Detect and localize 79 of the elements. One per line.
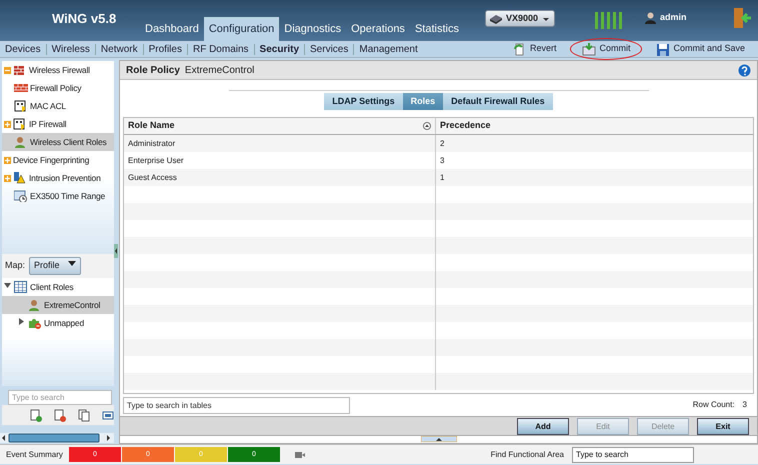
device-icon (489, 14, 503, 24)
panel-subtitle: ExtremeControl (184, 64, 254, 78)
tree-item[interactable]: EX3500 Time Range (2, 187, 114, 205)
remove-item-icon[interactable] (54, 409, 66, 422)
map-label: Map: (5, 259, 26, 272)
table-cell: 1 (440, 172, 444, 184)
toolbar-button[interactable]: Commit and Save (651, 42, 750, 56)
save-icon (656, 42, 670, 56)
nav-link[interactable]: Wireless (46, 44, 95, 54)
user-icon (28, 299, 42, 311)
main-tab[interactable]: Diagnostics (279, 17, 346, 41)
collapse-handle-icon (114, 244, 118, 258)
window-icon[interactable] (102, 409, 114, 422)
main-tab[interactable]: Dashboard (140, 17, 204, 41)
nav-link[interactable]: RF Domains (186, 44, 254, 54)
user-icon (14, 136, 28, 148)
search-field[interactable]: Type to search (8, 390, 112, 405)
user-name: admin (660, 11, 687, 24)
tab[interactable]: LDAP Settings (324, 93, 403, 110)
action-button[interactable]: Exit (697, 418, 749, 435)
column-header[interactable]: Precedence (436, 118, 753, 134)
table-search-field[interactable]: Type to search in tables (123, 396, 350, 414)
tree-item[interactable]: Device Fingerprinting (2, 151, 114, 169)
copy-icon[interactable] (78, 409, 90, 422)
main-tab[interactable]: Operations (346, 17, 410, 41)
table-cell: Administrator (128, 138, 176, 150)
row-count-value: 3 (742, 399, 747, 411)
map-dropdown[interactable]: Profile (29, 257, 81, 275)
nav-link[interactable]: Security (254, 44, 304, 54)
tree-item[interactable]: Unmapped (2, 314, 114, 332)
toolbar-button[interactable]: Commit (577, 42, 636, 56)
calendar-clock-icon (14, 190, 28, 202)
table-cell: 2 (440, 138, 444, 150)
action-button[interactable]: Add (517, 418, 569, 435)
document-lock-icon (13, 118, 27, 130)
brick-wall-icon (14, 82, 28, 94)
add-item-icon[interactable] (30, 409, 42, 422)
user-icon (645, 12, 656, 24)
search-field[interactable]: Type to search (572, 446, 694, 462)
status-bars-icon (595, 12, 622, 29)
help-icon (738, 64, 751, 76)
tree-item[interactable]: ExtremeControl (2, 296, 114, 314)
puzzle-icon (28, 317, 42, 329)
tree-item[interactable]: Wireless Firewall (2, 61, 114, 79)
firewall-icon (13, 64, 27, 76)
tree-item[interactable]: Intrusion Prevention (2, 169, 114, 187)
tab[interactable]: Default Firewall Rules (443, 93, 553, 110)
logout-icon[interactable] (732, 7, 752, 29)
column-header[interactable]: Role Name (124, 118, 436, 134)
tree-item[interactable]: Wireless Client Roles (2, 133, 114, 151)
find-label: Find Functional Area (490, 448, 564, 460)
tree-item[interactable]: Client Roles (2, 278, 114, 296)
table-cell: Enterprise User (128, 154, 184, 166)
tree-item[interactable]: Firewall Policy (2, 79, 114, 97)
tree-item[interactable]: MAC ACL (2, 97, 114, 115)
sort-icon (423, 122, 431, 130)
nav-link[interactable]: Devices (0, 44, 46, 54)
tray-download-icon (582, 42, 596, 56)
nav-link[interactable]: Management (353, 44, 423, 54)
device-warning-icon (13, 172, 27, 184)
app-title: WiNG v5.8 (52, 10, 116, 28)
toolbar-button[interactable]: Revert (508, 42, 562, 56)
nav-link[interactable]: Profiles (142, 44, 187, 54)
table-cell: Guest Access (128, 172, 177, 184)
nav-link[interactable]: Services (304, 44, 354, 54)
tree-item[interactable]: IP Firewall (2, 115, 114, 133)
event-summary-label: Event Summary (5, 448, 64, 460)
camera-icon (294, 450, 305, 458)
main-tab[interactable]: Statistics (410, 17, 464, 41)
device-selector[interactable]: VX9000 (485, 10, 556, 27)
panel-title: Role Policy (126, 64, 180, 78)
table-cell: 3 (440, 154, 444, 166)
table-icon (14, 281, 28, 293)
caret-icon (68, 259, 76, 268)
main-tab[interactable]: Configuration (204, 17, 280, 41)
expand-handle-icon (420, 436, 456, 442)
nav-link[interactable]: Network (94, 44, 143, 54)
row-count-label: Row Count: (692, 399, 735, 411)
document-lock-icon (14, 100, 28, 112)
